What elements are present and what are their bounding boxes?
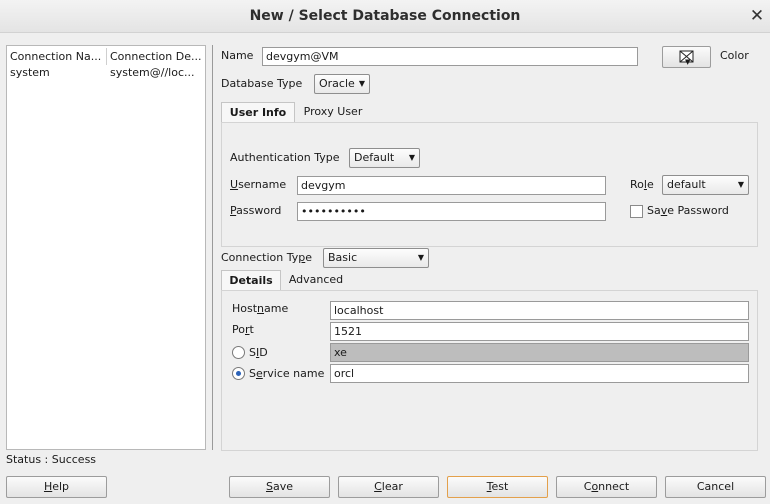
chevron-down-icon: ▼ [685,58,691,66]
save-password-checkbox[interactable] [630,205,643,218]
authentication-type-value: Default [354,151,395,164]
tab-proxy-user[interactable]: Proxy User [298,102,368,123]
test-button[interactable]: Test [447,476,548,498]
dialog-title: New / Select Database Connection [249,8,521,24]
tab-user-info[interactable]: User Info [221,102,295,123]
tab-details[interactable]: Details [221,270,281,291]
role-value: default [667,178,706,191]
radio-selected-dot [236,371,241,376]
save-password-label[interactable]: Save Password [647,204,729,217]
hostname-label: Hostname [232,302,289,315]
sid-radio[interactable] [232,346,245,359]
password-label: Password [230,204,282,217]
cancel-button[interactable]: Cancel [665,476,766,498]
authentication-type-select[interactable]: Default ▼ [349,148,420,168]
role-label: Role [630,178,654,191]
column-header-connection-details[interactable]: Connection De... [107,48,205,66]
connection-name-cell: system [10,66,50,79]
hostname-input[interactable]: localhost [330,301,749,320]
connection-details-cell: system@//loc... [110,66,195,79]
authentication-type-label: Authentication Type [230,151,340,164]
name-input[interactable]: devgym@VM [262,47,638,66]
port-label: Port [232,323,254,336]
database-type-label: Database Type [221,77,303,90]
connections-list[interactable]: Connection Na... Connection De... system… [6,45,206,450]
name-label: Name [221,49,254,62]
username-input[interactable]: devgym [297,176,606,195]
sid-label[interactable]: SID [249,346,268,359]
password-input[interactable]: •••••••••• [297,202,606,221]
connection-type-value: Basic [328,251,358,264]
service-name-radio[interactable] [232,367,245,380]
chevron-down-icon: ▼ [417,253,424,262]
database-type-select[interactable]: Oracle ▼ [314,74,370,94]
help-button[interactable]: Help [6,476,107,498]
database-type-value: Oracle [319,77,355,90]
connect-button[interactable]: Connect [556,476,657,498]
table-row[interactable]: system system@//loc... [7,65,205,82]
status-text: Status : Success [6,453,97,466]
service-name-input[interactable]: orcl [330,364,749,383]
tab-advanced[interactable]: Advanced [284,270,348,291]
service-name-label[interactable]: Service name [249,367,324,380]
port-input[interactable]: 1521 [330,322,749,341]
role-select[interactable]: default ▼ [662,175,749,195]
connection-type-select[interactable]: Basic ▼ [323,248,429,268]
splitter[interactable] [212,45,213,450]
color-button[interactable]: ▼ [662,46,711,68]
color-label: Color [720,49,749,62]
save-button[interactable]: Save [229,476,330,498]
username-label: Username [230,178,287,191]
column-header-connection-name[interactable]: Connection Na... [7,48,107,66]
chevron-down-icon: ▼ [737,180,744,189]
clear-button[interactable]: Clear [338,476,439,498]
chevron-down-icon: ▼ [358,79,365,88]
connection-type-label: Connection Type [221,251,313,264]
chevron-down-icon: ▼ [408,153,415,162]
sid-input[interactable]: xe [330,343,749,362]
close-icon[interactable]: ✕ [748,6,766,26]
